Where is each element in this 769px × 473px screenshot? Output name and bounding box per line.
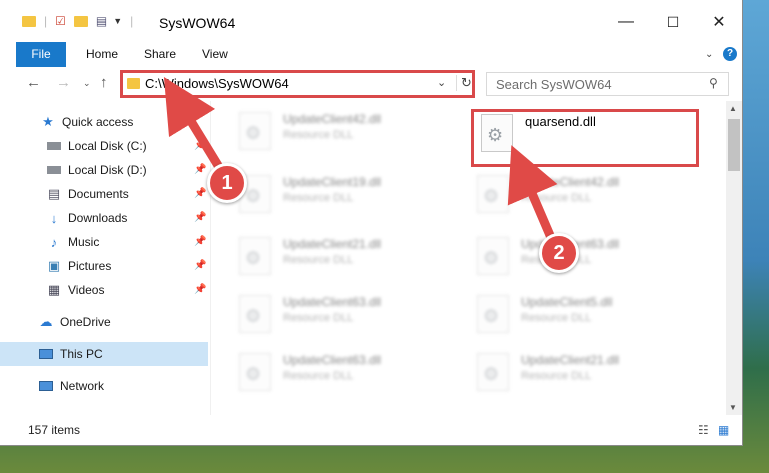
quick-access-toolbar: | ☑ ▤ ▼ | — [22, 14, 133, 28]
computer-icon — [38, 347, 54, 361]
sidebar-item-local-disk-d[interactable]: Local Disk (D:) 📌 — [0, 158, 208, 182]
pin-icon[interactable]: 📌 — [194, 260, 206, 271]
properties-icon[interactable]: ☑ — [55, 14, 66, 28]
dll-file-icon — [239, 353, 271, 391]
expand-ribbon-icon[interactable]: ⌄ — [705, 42, 713, 67]
dll-file-icon — [239, 237, 271, 275]
separator: | — [130, 14, 134, 28]
step-marker-2: 2 — [539, 233, 579, 273]
minimize-button[interactable]: — — [603, 8, 649, 36]
pin-icon[interactable]: 📌 — [194, 284, 206, 295]
address-bar-highlight — [120, 70, 475, 98]
large-icons-view-icon[interactable]: ▦ — [718, 423, 729, 437]
documents-icon: ▤ — [47, 186, 61, 201]
file-explorer-window: | ☑ ▤ ▼ | SysWOW64 — ☐ ✕ File Home Share… — [0, 0, 743, 446]
file-item[interactable]: UpdateClient63.dll Resource DLL — [231, 347, 451, 397]
network-icon — [38, 379, 54, 393]
tab-file[interactable]: File — [16, 42, 66, 67]
ribbon-tabs: File Home Share View ⌄ ? — [0, 42, 742, 68]
tab-home[interactable]: Home — [86, 42, 118, 67]
tab-share[interactable]: Share — [144, 42, 176, 67]
close-button[interactable]: ✕ — [696, 8, 742, 36]
dll-file-icon — [477, 353, 509, 391]
download-icon: ↓ — [50, 210, 58, 226]
search-icon[interactable]: ⚲ — [709, 76, 718, 90]
dll-file-icon — [239, 112, 271, 150]
pin-icon[interactable]: 📌 — [194, 140, 206, 151]
pictures-icon: ▣ — [47, 258, 61, 273]
sidebar-item-local-disk-c[interactable]: Local Disk (C:) 📌 — [0, 134, 208, 158]
details-view-icon[interactable]: ☷ — [698, 423, 709, 437]
title-bar: | ☑ ▤ ▼ | SysWOW64 — ☐ ✕ — [0, 0, 742, 42]
file-item[interactable]: UpdateClient21.dll Resource DLL — [469, 347, 689, 397]
recent-locations-chevron-icon[interactable]: ⌄ — [83, 78, 91, 89]
pin-icon[interactable]: 📌 — [194, 188, 206, 199]
file-item[interactable]: UpdateClient5.dll Resource DLL — [469, 289, 689, 339]
file-item[interactable]: UpdateClient42.dll Resource DLL — [231, 106, 451, 156]
item-count: 157 items — [28, 423, 81, 437]
file-item[interactable]: UpdateClient21.dll Resource DLL — [231, 231, 451, 281]
separator: | — [44, 14, 48, 28]
navigation-bar: ← → ⌄ ↑ C:\Windows\SysWOW64 ⌄ ↻ Search S… — [0, 67, 742, 101]
file-item[interactable]: UpdateClient63.dll Resource DLL — [469, 231, 689, 281]
rename-icon[interactable]: ▤ — [96, 14, 107, 28]
drive-icon — [46, 139, 62, 153]
status-bar: 157 items ☷ ▦ — [0, 415, 742, 445]
help-icon[interactable]: ? — [723, 47, 737, 61]
sidebar-item-quick-access[interactable]: ★ Quick access — [0, 110, 208, 134]
sidebar-item-network[interactable]: Network — [0, 374, 208, 398]
sidebar-item-videos[interactable]: ▦ Videos 📌 — [0, 278, 208, 302]
maximize-button[interactable]: ☐ — [650, 8, 696, 36]
new-folder-icon[interactable] — [73, 15, 88, 27]
scroll-up-arrow-icon[interactable]: ▲ — [729, 104, 737, 113]
dll-file-icon — [477, 237, 509, 275]
window-title: SysWOW64 — [159, 15, 236, 31]
forward-arrow-icon[interactable]: → — [56, 74, 71, 91]
scrollbar-thumb[interactable] — [728, 119, 740, 171]
back-arrow-icon[interactable]: ← — [26, 74, 41, 91]
vertical-scrollbar[interactable]: ▲ ▼ — [726, 101, 742, 415]
pin-icon[interactable]: 📌 — [194, 212, 206, 223]
file-item[interactable]: UpdateClient42.dll Resource DLL — [469, 169, 689, 219]
music-icon: ♪ — [50, 234, 58, 250]
file-item[interactable]: UpdateClient19.dll Resource DLL — [231, 169, 451, 219]
tab-view[interactable]: View — [202, 42, 228, 67]
folder-icon[interactable] — [22, 15, 36, 27]
search-input[interactable]: Search SysWOW64 — [496, 77, 612, 92]
pin-icon[interactable]: 📌 — [194, 164, 206, 175]
target-file-highlight — [471, 109, 699, 167]
dll-file-icon — [239, 295, 271, 333]
sidebar-item-this-pc[interactable]: This PC — [0, 342, 208, 366]
star-icon: ★ — [42, 114, 54, 129]
scroll-down-arrow-icon[interactable]: ▼ — [729, 403, 737, 412]
sidebar-item-pictures[interactable]: ▣ Pictures 📌 — [0, 254, 208, 278]
cloud-icon: ☁ — [39, 314, 53, 329]
drive-icon — [46, 163, 62, 177]
search-box[interactable]: Search SysWOW64 ⚲ — [486, 72, 729, 96]
dll-file-icon — [477, 295, 509, 333]
sidebar-item-documents[interactable]: ▤ Documents 📌 — [0, 182, 208, 206]
file-item[interactable]: UpdateClient63.dll Resource DLL — [231, 289, 451, 339]
sidebar-item-onedrive[interactable]: ☁ OneDrive — [0, 310, 208, 334]
sidebar-item-music[interactable]: ♪ Music 📌 — [0, 230, 208, 254]
up-arrow-icon[interactable]: ↑ — [100, 74, 108, 91]
dll-file-icon — [477, 175, 509, 213]
videos-icon: ▦ — [47, 282, 61, 297]
customize-dropdown-icon[interactable]: ▼ — [113, 16, 122, 26]
pin-icon[interactable]: 📌 — [194, 236, 206, 247]
step-marker-1: 1 — [207, 163, 247, 203]
navigation-pane: ★ Quick access Local Disk (C:) 📌 Local D… — [0, 101, 211, 415]
sidebar-item-downloads[interactable]: ↓ Downloads 📌 — [0, 206, 208, 230]
